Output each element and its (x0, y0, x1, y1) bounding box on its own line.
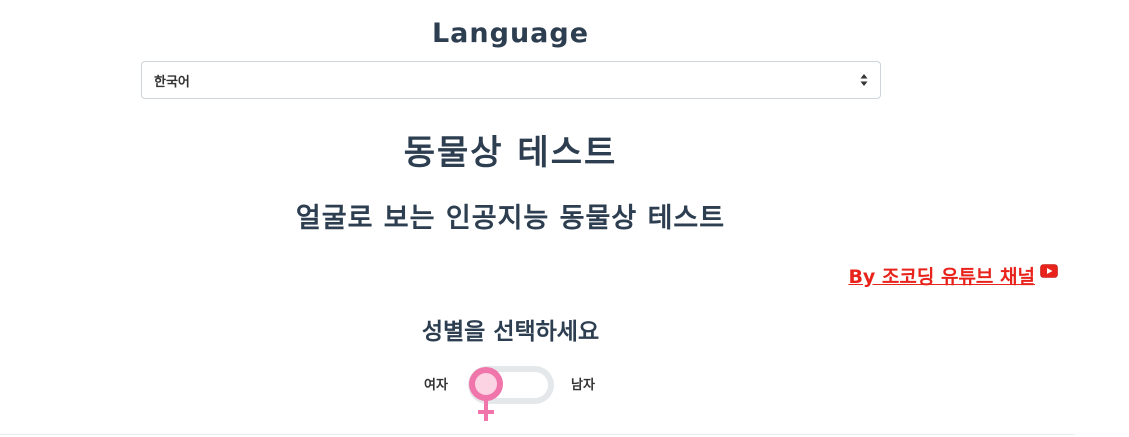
gender-toggle[interactable] (466, 362, 556, 421)
page: Language 한국어 동물상 테스트 얼굴로 보는 인공지능 동물상 테스트… (0, 0, 1129, 437)
divider (0, 434, 1075, 435)
youtube-channel-link[interactable]: By 조코딩 유튜브 채널 (848, 262, 1035, 289)
page-subtitle: 얼굴로 보는 인공지능 동물상 테스트 (295, 203, 726, 234)
language-select-value: 한국어 (154, 75, 190, 90)
female-symbol-icon (469, 367, 503, 421)
youtube-icon[interactable] (1040, 264, 1058, 278)
female-label: 여자 (424, 378, 448, 393)
gender-selector: 여자 남자 (0, 360, 1021, 421)
page-title: 동물상 테스트 (403, 133, 618, 173)
language-title: Language (431, 18, 590, 49)
select-arrows-icon (860, 74, 868, 86)
gender-prompt: 성별을 선택하세요 (421, 319, 600, 345)
male-label: 남자 (571, 378, 595, 393)
language-select[interactable]: 한국어 (141, 61, 881, 99)
